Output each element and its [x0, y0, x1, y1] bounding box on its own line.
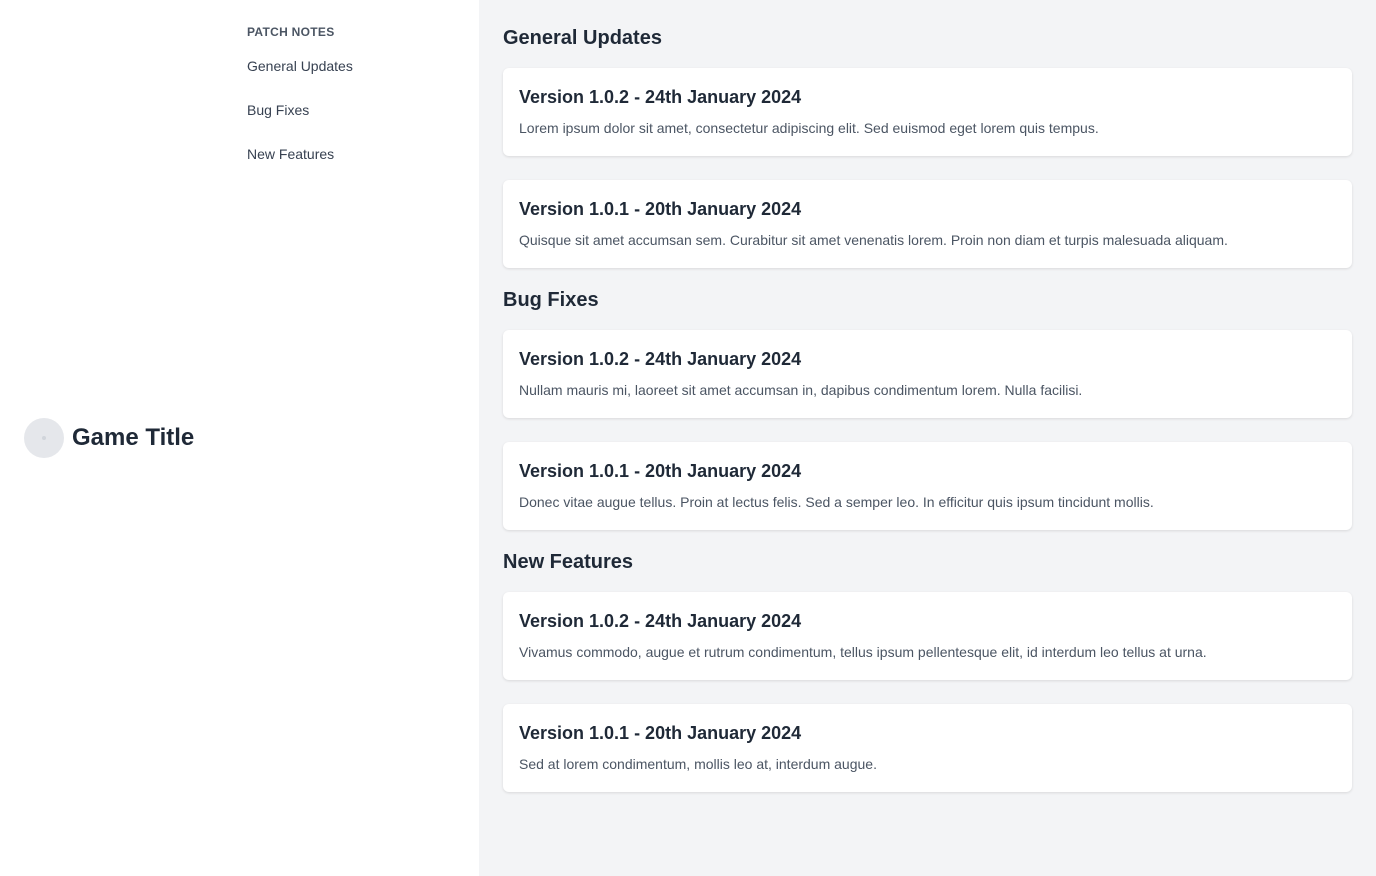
card-text: Vivamus commodo, augue et rutrum condime… — [519, 644, 1207, 660]
patch-card: Version 1.0.2 - 24th January 2024 Nullam… — [503, 330, 1352, 418]
section-title: General Updates — [503, 27, 662, 49]
game-logo-icon — [24, 418, 64, 458]
game-title: Game Title — [72, 424, 195, 451]
section-title: Bug Fixes — [503, 289, 599, 311]
page: Game Title PATCH NOTES General Updates B… — [0, 0, 1376, 876]
nav-item-general-updates[interactable]: General Updates — [247, 57, 353, 75]
card-text: Donec vitae augue tellus. Proin at lectu… — [519, 494, 1154, 510]
brand[interactable]: Game Title — [24, 418, 194, 458]
card-title: Version 1.0.1 - 20th January 2024 — [519, 461, 802, 481]
nav-item-bug-fixes[interactable]: Bug Fixes — [247, 101, 353, 119]
logo-dot — [42, 436, 46, 440]
card-title: Version 1.0.2 - 24th January 2024 — [519, 349, 802, 369]
card-text: Sed at lorem condimentum, mollis leo at,… — [519, 756, 877, 772]
card-text: Lorem ipsum dolor sit amet, consectetur … — [519, 120, 1099, 136]
section-bug-fixes: Bug Fixes Version 1.0.2 - 24th January 2… — [503, 288, 1352, 530]
nav-item-new-features[interactable]: New Features — [247, 145, 353, 163]
patch-card: Version 1.0.1 - 20th January 2024 Donec … — [503, 442, 1352, 530]
patch-notes-nav: PATCH NOTES General Updates Bug Fixes Ne… — [247, 25, 353, 189]
section-new-features: New Features Version 1.0.2 - 24th Januar… — [503, 550, 1352, 792]
card-title: Version 1.0.2 - 24th January 2024 — [519, 611, 802, 631]
card-title: Version 1.0.2 - 24th January 2024 — [519, 87, 802, 107]
card-title: Version 1.0.1 - 20th January 2024 — [519, 723, 802, 743]
nav-heading: PATCH NOTES — [247, 25, 335, 39]
patch-card: Version 1.0.2 - 24th January 2024 Lorem … — [503, 68, 1352, 156]
section-title: New Features — [503, 551, 634, 573]
card-text: Quisque sit amet accumsan sem. Curabitur… — [519, 232, 1228, 248]
patch-card: Version 1.0.1 - 20th January 2024 Quisqu… — [503, 180, 1352, 268]
patch-card: Version 1.0.1 - 20th January 2024 Sed at… — [503, 704, 1352, 792]
main-content: General Updates Version 1.0.2 - 24th Jan… — [479, 0, 1376, 876]
patch-card: Version 1.0.2 - 24th January 2024 Vivamu… — [503, 592, 1352, 680]
card-text: Nullam mauris mi, laoreet sit amet accum… — [519, 382, 1083, 398]
left-panel: Game Title PATCH NOTES General Updates B… — [0, 0, 479, 876]
card-title: Version 1.0.1 - 20th January 2024 — [519, 199, 802, 219]
section-general-updates: General Updates Version 1.0.2 - 24th Jan… — [503, 26, 1352, 268]
